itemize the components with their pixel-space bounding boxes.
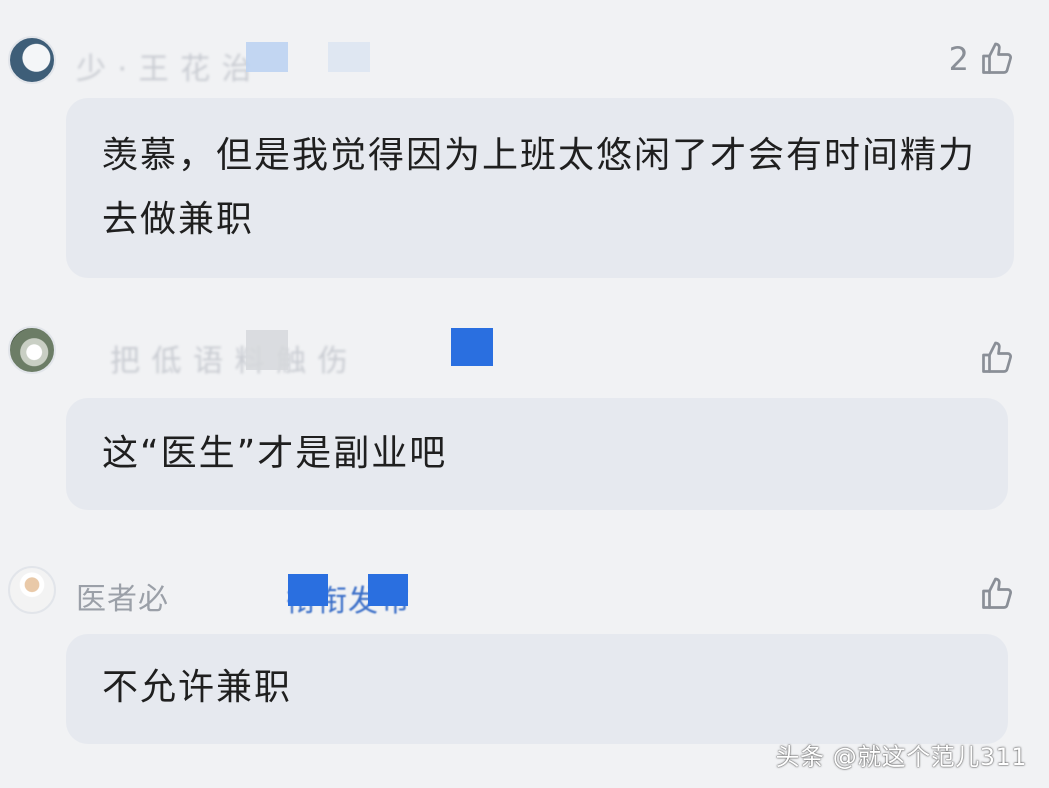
like-button[interactable] (969, 340, 1015, 376)
comment-text-bubble: 羡慕，但是我觉得因为上班太悠闲了才会有时间精力去做兼职 (66, 98, 1014, 278)
username[interactable]: 把 低 语 料 触 伤 (110, 336, 349, 380)
censor-block (328, 42, 370, 72)
username[interactable]: 少 · 王 花 治 (76, 44, 253, 88)
comment-text-bubble: 这“医生”才是副业吧 (66, 398, 1008, 510)
comment-text: 不允许兼职 (102, 667, 293, 708)
censor-block (246, 330, 288, 370)
like-count: 2 (948, 40, 969, 78)
censor-block (246, 42, 288, 72)
comment-text-bubble: 不允许兼职 (66, 634, 1008, 744)
like-button[interactable]: 2 (949, 40, 1015, 78)
watermark: 头条 @就这个范儿311 (775, 743, 1027, 771)
comment-text: 这“医生”才是副业吧 (102, 433, 448, 474)
username[interactable]: 医者必 (76, 574, 169, 618)
censor-block (451, 328, 493, 366)
comment-3: 医者必 衔衔发布 不允许兼职 (0, 520, 1049, 750)
thumbs-up-icon (982, 577, 1012, 609)
user-avatar[interactable] (8, 36, 56, 84)
thumbs-up-icon (982, 341, 1012, 373)
user-avatar[interactable] (8, 566, 56, 614)
censor-block (288, 574, 328, 606)
like-button[interactable] (969, 576, 1015, 612)
comment-1: 少 · 王 花 治 2 羡慕，但是我觉得因为上班太悠闲了才会有时间精力去做兼职 (0, 0, 1049, 290)
censor-block (368, 574, 408, 606)
thumbs-up-icon (982, 42, 1012, 74)
user-avatar[interactable] (8, 326, 56, 374)
comment-2: 把 低 语 料 触 伤 这“医生”才是副业吧 (0, 290, 1049, 520)
comment-text: 羡慕，但是我觉得因为上班太悠闲了才会有时间精力去做兼职 (102, 135, 977, 240)
